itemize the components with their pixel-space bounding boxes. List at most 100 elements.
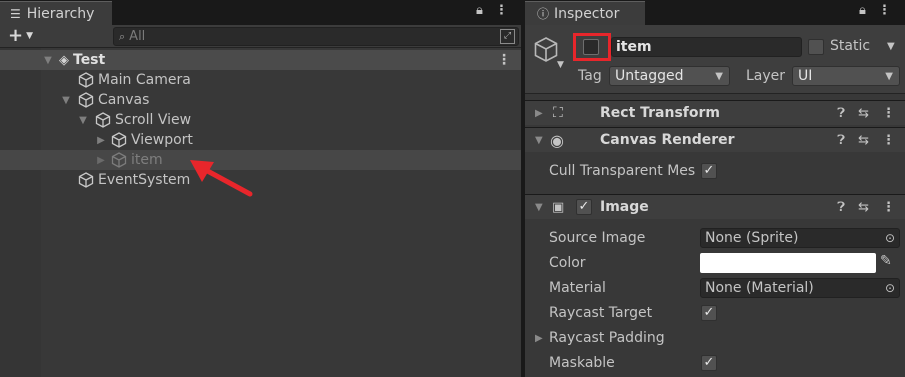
help-icon[interactable]: ❓︎: [837, 200, 845, 215]
lock-icon[interactable]: 🔒︎: [859, 3, 866, 21]
icon-dropdown-chevron-icon[interactable]: ▼: [557, 60, 564, 70]
static-dropdown-icon[interactable]: ▼: [887, 41, 895, 52]
search-icon: ⌕: [119, 29, 126, 43]
hierarchy-item-item[interactable]: ▶ item: [0, 150, 521, 170]
kebab-menu-icon[interactable]: ⋮: [882, 106, 895, 121]
hierarchy-item-label: EventSystem: [98, 172, 191, 188]
color-label: Color: [549, 255, 586, 271]
static-label: Static: [830, 38, 871, 54]
lock-icon[interactable]: 🔒︎: [476, 3, 483, 21]
kebab-menu-icon[interactable]: ⋮: [882, 200, 895, 215]
collapsed-triangle-icon[interactable]: ▶: [535, 333, 543, 344]
kebab-menu-icon[interactable]: ⋮: [878, 3, 891, 21]
hierarchy-tab-icons: 🔒︎ ⋮: [476, 3, 508, 21]
material-row: Material None (Material) ⊙: [525, 277, 905, 299]
component-name: Canvas Renderer: [600, 132, 735, 148]
static-checkbox[interactable]: [808, 39, 824, 55]
component-header-icons: ❓︎ ⇆ ⋮: [837, 200, 895, 215]
eyedropper-icon[interactable]: ✎: [880, 253, 892, 269]
active-checkbox[interactable]: [583, 39, 599, 55]
expand-triangle-icon[interactable]: ▼: [78, 115, 88, 126]
info-icon: ⓘ: [537, 7, 550, 21]
component-image[interactable]: ▼ ▣ ✓ Image ❓︎ ⇆ ⋮: [525, 194, 905, 219]
chevron-down-icon: ▼: [715, 70, 723, 82]
kebab-menu-icon[interactable]: ⋮: [882, 133, 895, 148]
raycast-padding-row[interactable]: ▶ Raycast Padding: [525, 327, 905, 349]
inspector-tab-icons: 🔒︎ ⋮: [859, 3, 891, 21]
component-header-icons: ❓︎ ⇆ ⋮: [837, 133, 895, 148]
search-input[interactable]: ⌕ All ⤢: [113, 27, 519, 46]
expand-triangle-icon[interactable]: ▼: [43, 55, 53, 66]
source-image-field[interactable]: None (Sprite) ⊙: [700, 228, 900, 248]
expand-triangle-icon[interactable]: ▼: [535, 135, 543, 146]
raycast-target-checkbox[interactable]: ✓: [701, 305, 717, 321]
hierarchy-item-label: Scroll View: [115, 112, 192, 128]
material-field[interactable]: None (Material) ⊙: [700, 278, 900, 298]
image-icon: ▣: [552, 199, 565, 215]
hierarchy-panel: ☰ Hierarchy 🔒︎ ⋮ + ▼ ⌕ All ⤢ ▼ ◈ Test ⋮ …: [0, 0, 521, 377]
presets-icon[interactable]: ⇆: [858, 106, 869, 121]
rect-transform-icon: ⛶: [553, 105, 563, 121]
presets-icon[interactable]: ⇆: [858, 133, 869, 148]
component-name: Rect Transform: [600, 105, 721, 121]
object-name-field[interactable]: item: [611, 37, 802, 57]
object-name-value: item: [616, 39, 652, 55]
unity-logo-icon: ◈: [59, 52, 69, 68]
collapsed-triangle-icon[interactable]: ▶: [96, 155, 106, 166]
help-icon[interactable]: ❓︎: [837, 133, 845, 148]
add-button[interactable]: + ▼: [8, 27, 33, 45]
color-row: Color ✎: [525, 252, 905, 274]
list-icon: ☰: [10, 6, 21, 21]
component-name: Image: [600, 199, 649, 215]
search-placeholder: All: [129, 29, 146, 44]
layer-value: UI: [798, 68, 813, 84]
cull-transparent-checkbox[interactable]: ✓: [701, 163, 717, 179]
inspector-tab-label: Inspector: [554, 5, 620, 22]
help-icon[interactable]: ❓︎: [837, 106, 845, 121]
add-label: +: [8, 25, 24, 46]
hierarchy-tab-label: Hierarchy: [26, 5, 95, 22]
hierarchy-item-label: Viewport: [131, 132, 193, 148]
color-swatch[interactable]: [700, 253, 876, 273]
tag-dropdown[interactable]: Untagged ▼: [609, 66, 730, 86]
chevron-down-icon: ▼: [885, 70, 893, 82]
gameobject-large-icon: [534, 37, 558, 62]
expand-icon[interactable]: ⤢: [500, 29, 515, 44]
layer-dropdown[interactable]: UI ▼: [792, 66, 900, 86]
tab-hierarchy[interactable]: ☰ Hierarchy: [0, 1, 112, 25]
inspector-panel: ⓘ Inspector 🔒︎ ⋮ ▼ item Static ▼ Tag Unt…: [525, 0, 905, 377]
kebab-menu-icon[interactable]: ⋮: [495, 3, 508, 21]
source-image-value: None (Sprite): [705, 230, 799, 246]
gameobject-cube-icon: [78, 172, 94, 188]
gameobject-cube-icon: [95, 112, 111, 128]
hierarchy-item-scroll-view[interactable]: ▼ Scroll View: [0, 110, 521, 130]
material-value: None (Material): [705, 280, 814, 296]
hierarchy-item-label: Canvas: [98, 92, 150, 108]
source-image-row: Source Image None (Sprite) ⊙: [525, 227, 905, 249]
hierarchy-item-main-camera[interactable]: Main Camera: [0, 70, 521, 90]
object-picker-icon[interactable]: ⊙: [885, 231, 895, 245]
cull-transparent-row: Cull Transparent Mes ✓: [525, 160, 905, 182]
component-rect-transform[interactable]: ▶ ⛶ Rect Transform ❓︎ ⇆ ⋮: [525, 100, 905, 125]
raycast-padding-label: Raycast Padding: [549, 330, 665, 346]
hierarchy-item-viewport[interactable]: ▶ Viewport: [0, 130, 521, 150]
hierarchy-item-canvas[interactable]: ▼ Canvas: [0, 90, 521, 110]
hierarchy-item-label: item: [131, 152, 163, 168]
scene-menu-icon[interactable]: ⋮: [497, 52, 511, 68]
collapsed-triangle-icon[interactable]: ▶: [535, 108, 543, 119]
gameobject-cube-icon: [111, 132, 127, 148]
component-canvas-renderer[interactable]: ▼ ◉ Canvas Renderer ❓︎ ⇆ ⋮: [525, 127, 905, 152]
maskable-label: Maskable: [549, 355, 615, 371]
raycast-target-label: Raycast Target: [549, 305, 653, 321]
expand-triangle-icon[interactable]: ▼: [535, 202, 543, 213]
tag-label: Tag: [578, 68, 602, 84]
hierarchy-item-eventsystem[interactable]: EventSystem: [0, 170, 521, 190]
scene-row[interactable]: ▼ ◈ Test ⋮: [0, 50, 521, 70]
object-picker-icon[interactable]: ⊙: [885, 281, 895, 295]
expand-triangle-icon[interactable]: ▼: [61, 95, 71, 106]
image-enabled-checkbox[interactable]: ✓: [576, 199, 592, 215]
tab-inspector[interactable]: ⓘ Inspector: [525, 1, 645, 25]
collapsed-triangle-icon[interactable]: ▶: [96, 135, 106, 146]
maskable-checkbox[interactable]: ✓: [701, 355, 717, 371]
presets-icon[interactable]: ⇆: [858, 200, 869, 215]
